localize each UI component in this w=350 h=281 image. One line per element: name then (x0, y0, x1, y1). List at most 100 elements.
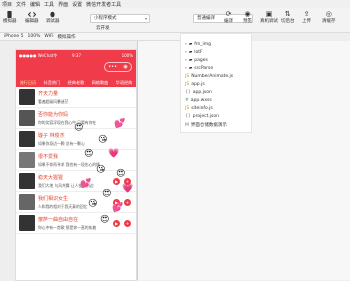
file-tree: › ▰ fm_img › ▰ lotF › ▰ pages › ▰ srcParse JS Num… (180, 33, 252, 133)
phone-carrier: ●●●●● WeChat令 (19, 53, 58, 58)
file-tree-item[interactable]: › ▰ pages (185, 58, 208, 63)
preview-button[interactable]: ◉ 预览 (243, 10, 252, 24)
heart-icon: 💕 (112, 203, 124, 213)
menu-project[interactable]: 项目 (2, 1, 12, 8)
song-subtitle: 如果不你再寻求 我也有一段伤心的情 (38, 162, 100, 167)
song-cover (19, 152, 35, 168)
background-button[interactable]: ⇅ 切后台 (281, 10, 295, 24)
menu-settings[interactable]: 设置 (72, 1, 82, 8)
eye-icon: ◉ (244, 10, 251, 18)
simulator-button[interactable]: 模拟器 (3, 10, 17, 24)
file-tree-item[interactable]: JS siteinfo.js (185, 106, 213, 111)
file-tree-item[interactable]: {} project.json (185, 114, 219, 119)
song-row[interactable]: 齐天力量 看遍超级风暴迷茫 (16, 87, 136, 108)
simulate-action[interactable]: 模拟操作 (57, 34, 75, 40)
song-title: 很不爱我 (38, 154, 59, 160)
chevron-right-icon: › (185, 42, 187, 47)
wxss-file-icon: # (185, 98, 189, 103)
song-subtitle: 你心中有一首歌 那是你一直的执着 (38, 225, 97, 230)
song-row[interactable]: 傻萨一曲自由自在 你心中有一首歌 那是你一直的执着 ▶ + (16, 213, 136, 234)
close-circle-icon[interactable]: ◉ (123, 64, 127, 70)
phone-icon (6, 10, 14, 18)
file-tree-item[interactable]: › ▰ lotF (185, 50, 203, 55)
network-select[interactable]: WiFi (44, 34, 53, 39)
file-tree-item[interactable]: {} app.json (185, 90, 212, 95)
file-tree-item[interactable]: JS NumberAnimate.js (185, 74, 233, 79)
background-label: 切后台 (281, 19, 295, 24)
heart-icon: 😍 (84, 149, 94, 159)
file-tree-item[interactable]: # app.wxss (185, 98, 212, 103)
debugger-label: 调试器 (46, 19, 60, 24)
add-icon[interactable]: + (124, 220, 131, 227)
song-title: 齐天力量 (38, 91, 59, 97)
song-subtitle: 你的笑容浮现在我心中 只要有你在 (38, 120, 97, 125)
tab-network[interactable]: 网络歌曲 (92, 80, 109, 86)
file-tree-item[interactable]: › ▰ fm_img (185, 42, 211, 47)
song-subtitle: 看遍超级风暴迷茫 (38, 99, 69, 104)
clear-cache-label: 清缓存 (322, 19, 336, 24)
editor-label: 编辑器 (25, 19, 39, 24)
menu-file[interactable]: 文件 (16, 1, 26, 8)
song-subtitle: 人和我的相对于我天真的回忆 (38, 204, 88, 209)
compile-select-value: 普通编译 (197, 16, 215, 21)
mode-select[interactable]: 小程序模式 ▾ (90, 14, 150, 23)
song-cover (19, 215, 35, 231)
file-tree-label: srcParse (194, 66, 214, 71)
heart-icon: 😍 (102, 189, 112, 199)
preview-label: 预览 (243, 19, 252, 24)
file-tree-item[interactable]: M 界面仓储数据演示 (185, 122, 227, 129)
song-title: 璇子 林俊杰 (38, 133, 65, 139)
file-tree-label: lotF (194, 50, 203, 55)
cloud-dev-label[interactable]: 云开发 (96, 25, 110, 31)
file-tree-label: app.wxss (190, 98, 212, 103)
add-icon[interactable]: + (124, 199, 131, 206)
more-icon[interactable]: ••• (108, 64, 117, 70)
chevron-right-icon: › (185, 66, 187, 71)
switch-icon: ⇅ (284, 10, 291, 18)
tab-chinese[interactable]: 华语经典 (116, 80, 133, 86)
file-tree-label: 界面仓储数据演示 (190, 123, 227, 128)
song-title: 傻萨一曲自由自在 (38, 217, 79, 223)
remote-debug-button[interactable]: ▣ 真机调试 (260, 10, 278, 24)
file-tree-item[interactable]: JS app.js (185, 82, 205, 87)
menu-tools[interactable]: 工具 (44, 1, 54, 8)
tab-popular[interactable]: 流行日历 (20, 80, 37, 86)
heart-icon: 💗 (108, 149, 120, 159)
menu-app-title: 微信开发者工具 (86, 1, 122, 8)
md-file-icon: M (185, 122, 189, 128)
upload-button[interactable]: ⇪ 上传 (302, 10, 311, 24)
tab-douyin[interactable]: 抖音热门 (44, 80, 61, 86)
heart-icon: 😍 (100, 215, 110, 225)
capsule-menu[interactable]: ••• ◉ (104, 62, 132, 72)
heart-icon: 😍 (74, 123, 84, 133)
clear-cache-button[interactable]: ◎ 清缓存 (322, 10, 336, 24)
file-tree-label: NumberAnimate.js (191, 74, 234, 79)
js-file-icon: JS (185, 82, 190, 87)
debugger-button[interactable]: 调试器 (46, 10, 60, 24)
upload-icon: ⇪ (303, 10, 310, 18)
menu-bar: 项目 文件 编辑 工具 界面 设置 微信开发者工具 (0, 0, 350, 8)
song-cover (19, 131, 35, 147)
menu-view[interactable]: 界面 (58, 1, 68, 8)
clean-icon: ◎ (325, 10, 332, 18)
toolbar: 模拟器 编辑器 调试器 小程序模式 ▾ 云开发 普通编译 ▾ ⟳ 编译 ◉ 预览… (0, 8, 350, 33)
heart-icon: 💕 (80, 179, 92, 189)
song-cover (19, 173, 35, 189)
json-file-icon: {} (185, 90, 191, 95)
play-icon[interactable]: ▶ (113, 220, 120, 227)
bug-icon (49, 10, 57, 18)
zoom-select[interactable]: 100% (27, 34, 40, 39)
file-tree-item[interactable]: › ▰ srcParse (185, 66, 213, 71)
play-icon[interactable]: ▶ (113, 178, 120, 185)
device-select[interactable]: iPhone 5 (4, 34, 23, 39)
menu-edit[interactable]: 编辑 (30, 1, 40, 8)
chevron-right-icon: › (185, 50, 187, 55)
tab-classic[interactable]: 经典老歌 (68, 80, 85, 86)
code-icon (27, 10, 36, 18)
song-cover (19, 89, 35, 105)
compile-button[interactable]: ⟳ 编译 (224, 10, 233, 24)
editor-button[interactable]: 编辑器 (25, 10, 39, 24)
file-tree-label: app.json (192, 90, 212, 95)
song-cover (19, 194, 35, 210)
song-title: 我们相识女生 (38, 196, 69, 202)
